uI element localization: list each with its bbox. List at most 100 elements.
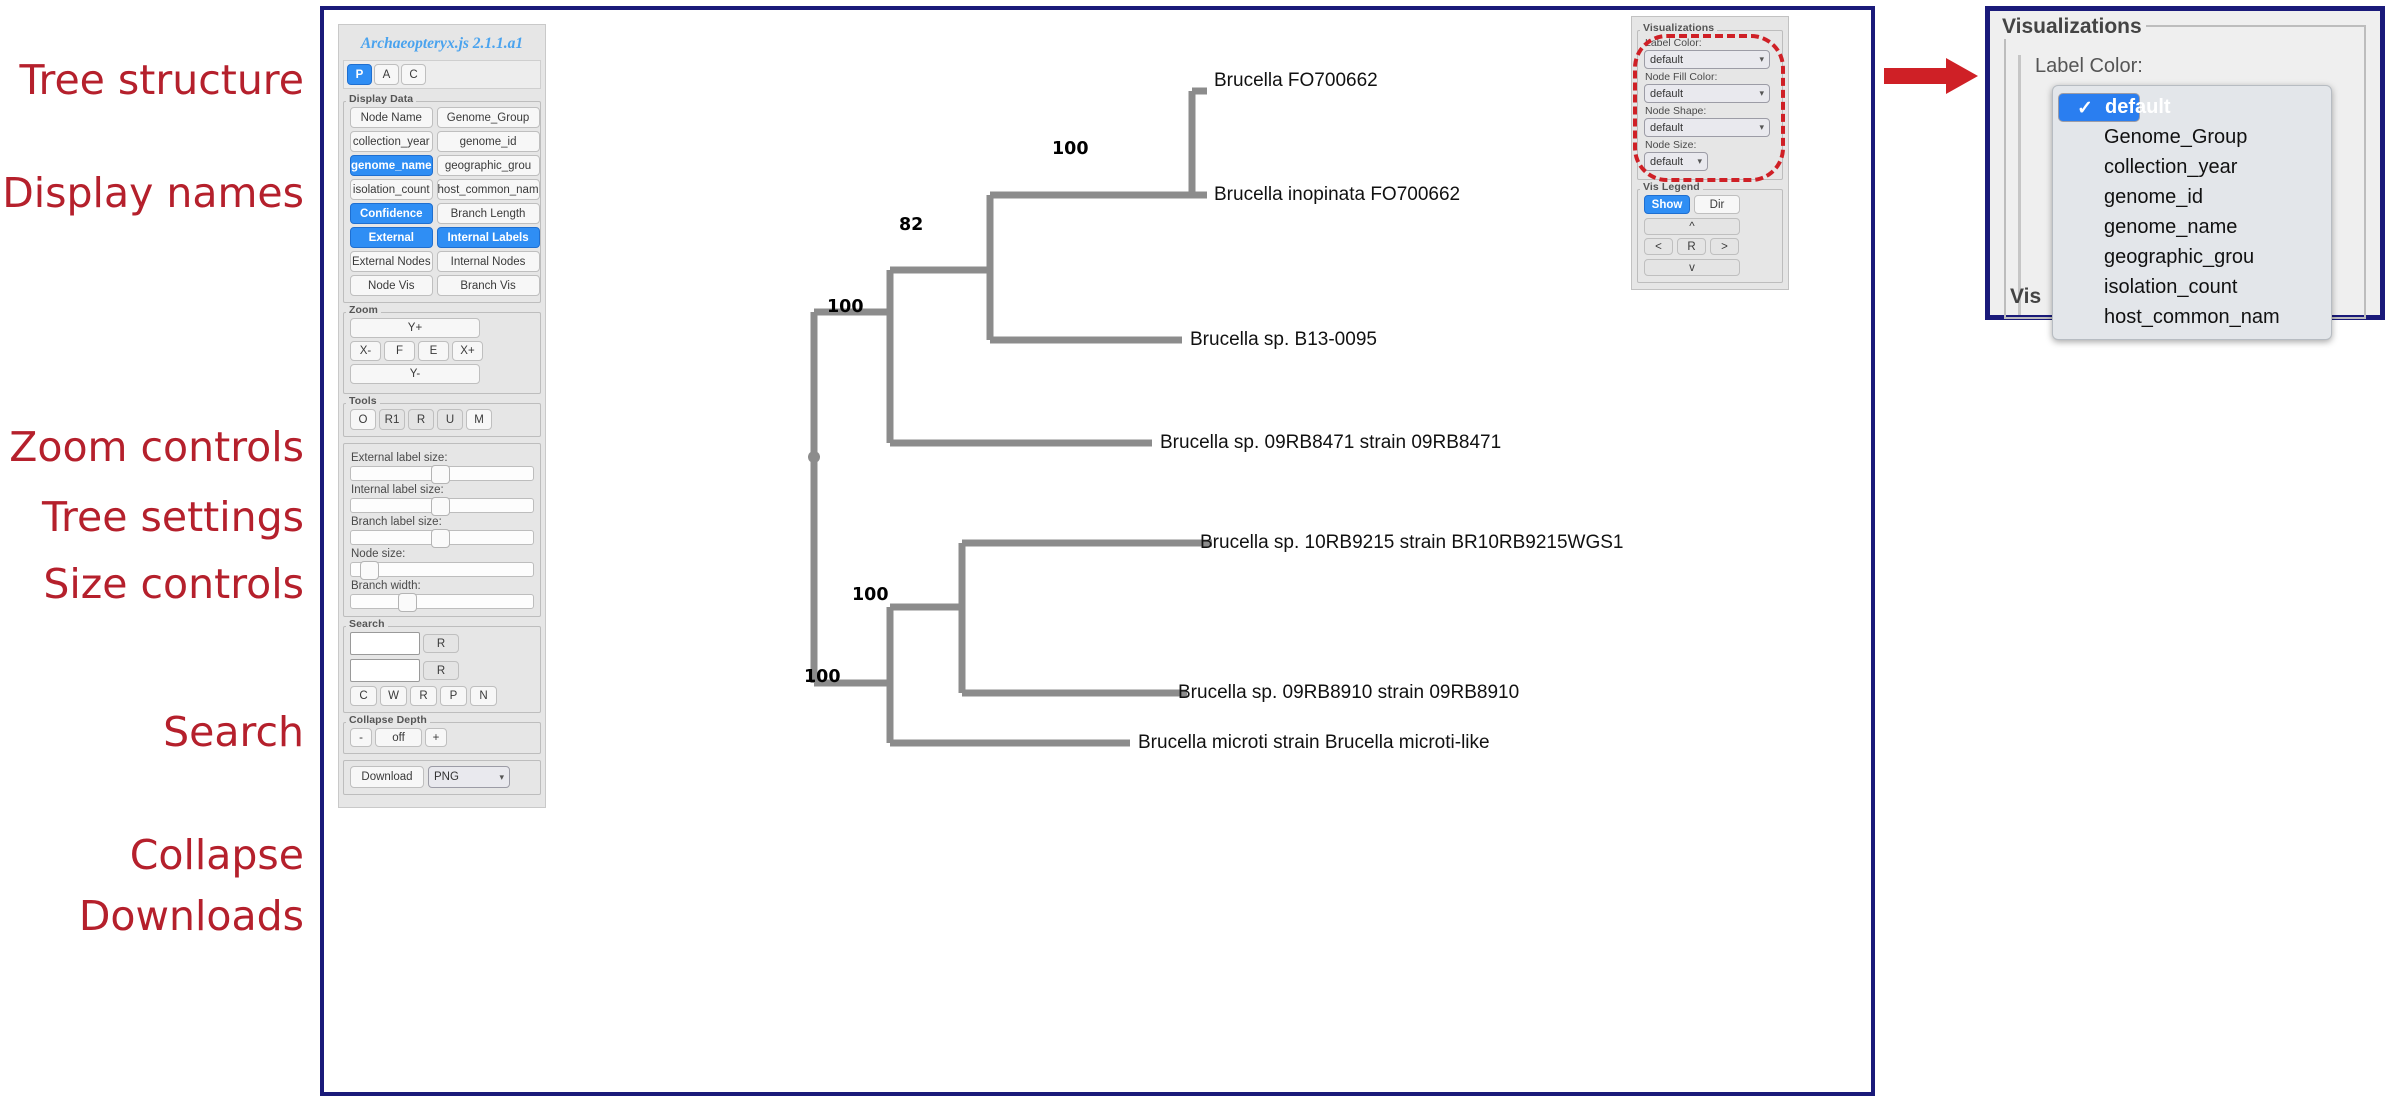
mode-button-a[interactable]: A [374,64,399,85]
menu-item-geographic-group[interactable]: geographic_grou [2058,243,2326,272]
vis-legend-reset-button[interactable]: R [1677,238,1706,255]
search-legend: Search [346,618,388,630]
search-reset-button-1[interactable]: R [423,634,459,653]
external-label-size-label: External label size: [351,452,534,464]
menu-item-genome-group[interactable]: Genome_Group [2058,123,2326,152]
tool-button-m[interactable]: M [466,409,492,430]
menu-item-collection-year[interactable]: collection_year [2058,153,2326,182]
menu-item-label: geographic_grou [2104,246,2254,268]
display-toggle-genome-id[interactable]: genome_id [437,131,540,152]
annotation-tree-structure: Tree structure [19,60,304,101]
node-size-slider[interactable] [350,562,534,577]
check-icon: ✓ [2077,94,2093,123]
annotation-downloads: Downloads [79,896,304,937]
display-toggle-branch-vis[interactable]: Branch Vis [437,275,540,296]
download-format-select[interactable]: PNG ▾ [428,766,510,788]
branch-width-slider[interactable] [350,594,534,609]
collapse-increase-button[interactable]: + [425,728,447,747]
branch-label-size-slider[interactable] [350,530,534,545]
display-toggle-external-nodes[interactable]: External Nodes [350,251,433,272]
slider-knob[interactable] [360,561,379,580]
display-toggle-collection-year[interactable]: collection_year [350,131,433,152]
display-toggle-genome-name[interactable]: genome_name [350,155,433,176]
annotation-size-controls: Size controls [43,564,304,605]
tool-button-r[interactable]: R [408,409,434,430]
internal-label-size-slider[interactable] [350,498,534,513]
collapse-decrease-button[interactable]: - [350,728,372,747]
display-toggle-node-name[interactable]: Node Name [350,107,433,128]
label-color-dropdown-menu[interactable]: ✓ default Genome_Group collection_year g… [2052,85,2332,340]
zoom-fit-button[interactable]: F [384,341,415,361]
vis-legend-show-button[interactable]: Show [1644,195,1690,214]
display-toggle-node-vis[interactable]: Node Vis [350,275,433,296]
search-option-n[interactable]: N [470,686,497,706]
search-option-p[interactable]: P [440,686,467,706]
search-input-2[interactable] [350,659,420,682]
menu-item-isolation-count[interactable]: isolation_count [2058,273,2326,302]
popup-label-color-label: Label Color: [2035,55,2143,78]
display-toggle-geographic-group[interactable]: geographic_grou [437,155,540,176]
collapse-depth-group: Collapse Depth - off + [343,722,541,754]
size-controls-group: External label size: Internal label size… [343,443,541,617]
node-size-label: Node size: [351,548,534,560]
control-panel: Archaeopteryx.js 2.1.1.a1 P A C Display … [338,24,546,808]
tree-tip-label: Brucella microti strain Brucella microti… [1138,732,1490,753]
vis-legend-right-button[interactable]: > [1710,238,1739,255]
display-toggle-internal-nodes[interactable]: Internal Nodes [437,251,540,272]
download-button[interactable]: Download [350,766,424,788]
confidence-label: 100 [827,297,864,317]
collapse-value[interactable]: off [375,728,422,747]
tree-tip-label: Brucella sp. 09RB8471 strain 09RB8471 [1160,432,1501,453]
menu-item-default[interactable]: ✓ default [2058,93,2140,122]
menu-item-genome-id[interactable]: genome_id [2058,183,2326,212]
display-toggle-external-labels[interactable]: External Labels [350,227,433,248]
mode-button-p[interactable]: P [347,64,372,85]
slider-knob[interactable] [431,465,450,484]
annotation-tree-settings: Tree settings [42,497,304,538]
chevron-down-icon: ▾ [499,772,504,783]
zoom-y-minus-button[interactable]: Y- [350,364,480,384]
vis-legend-down-button[interactable]: v [1644,259,1740,276]
display-toggle-genome-group[interactable]: Genome_Group [437,107,540,128]
display-toggle-host-common-name[interactable]: host_common_nam [437,179,540,200]
tree-branches [814,91,1212,743]
zoom-y-plus-button[interactable]: Y+ [350,318,480,338]
zoom-x-minus-button[interactable]: X- [350,341,381,361]
search-row-2: R [350,659,534,682]
search-option-w[interactable]: W [380,686,407,706]
menu-item-label: isolation_count [2104,276,2237,298]
display-toggle-isolation-count[interactable]: isolation_count [350,179,433,200]
menu-item-label: Genome_Group [2104,126,2247,148]
root-node[interactable] [808,451,820,463]
tool-button-o[interactable]: O [350,409,376,430]
tools-legend: Tools [346,395,380,407]
search-option-c[interactable]: C [350,686,377,706]
tree-tip-label: Brucella sp. B13-0095 [1190,329,1377,350]
vis-legend-row-3: < R > [1644,238,1776,255]
slider-knob[interactable] [398,593,417,612]
tool-button-u[interactable]: U [437,409,463,430]
search-input-1[interactable] [350,632,420,655]
tool-button-r1[interactable]: R1 [379,409,405,430]
menu-item-genome-name[interactable]: genome_name [2058,213,2326,242]
vis-legend-up-button[interactable]: ^ [1644,218,1740,235]
vis-legend-left-button[interactable]: < [1644,238,1673,255]
vis-legend-dir-button[interactable]: Dir [1694,195,1740,214]
slider-knob[interactable] [431,497,450,516]
search-option-r[interactable]: R [410,686,437,706]
confidence-label: 100 [1052,139,1089,159]
external-label-size-slider[interactable] [350,466,534,481]
tree-tip-label: Brucella inopinata FO700662 [1214,184,1460,205]
menu-item-host-common-name[interactable]: host_common_nam [2058,303,2326,332]
zoom-expand-button[interactable]: E [418,341,449,361]
callout-arrow-icon [1884,56,1980,96]
zoom-x-plus-button[interactable]: X+ [452,341,483,361]
mode-button-c[interactable]: C [401,64,426,85]
download-row: Download PNG ▾ [350,766,534,788]
slider-knob[interactable] [431,529,450,548]
collapse-depth-row: - off + [350,728,534,747]
search-reset-button-2[interactable]: R [423,661,459,680]
display-toggle-branch-length[interactable]: Branch Length [437,203,540,224]
display-toggle-internal-labels[interactable]: Internal Labels [437,227,540,248]
display-toggle-confidence[interactable]: Confidence [350,203,433,224]
